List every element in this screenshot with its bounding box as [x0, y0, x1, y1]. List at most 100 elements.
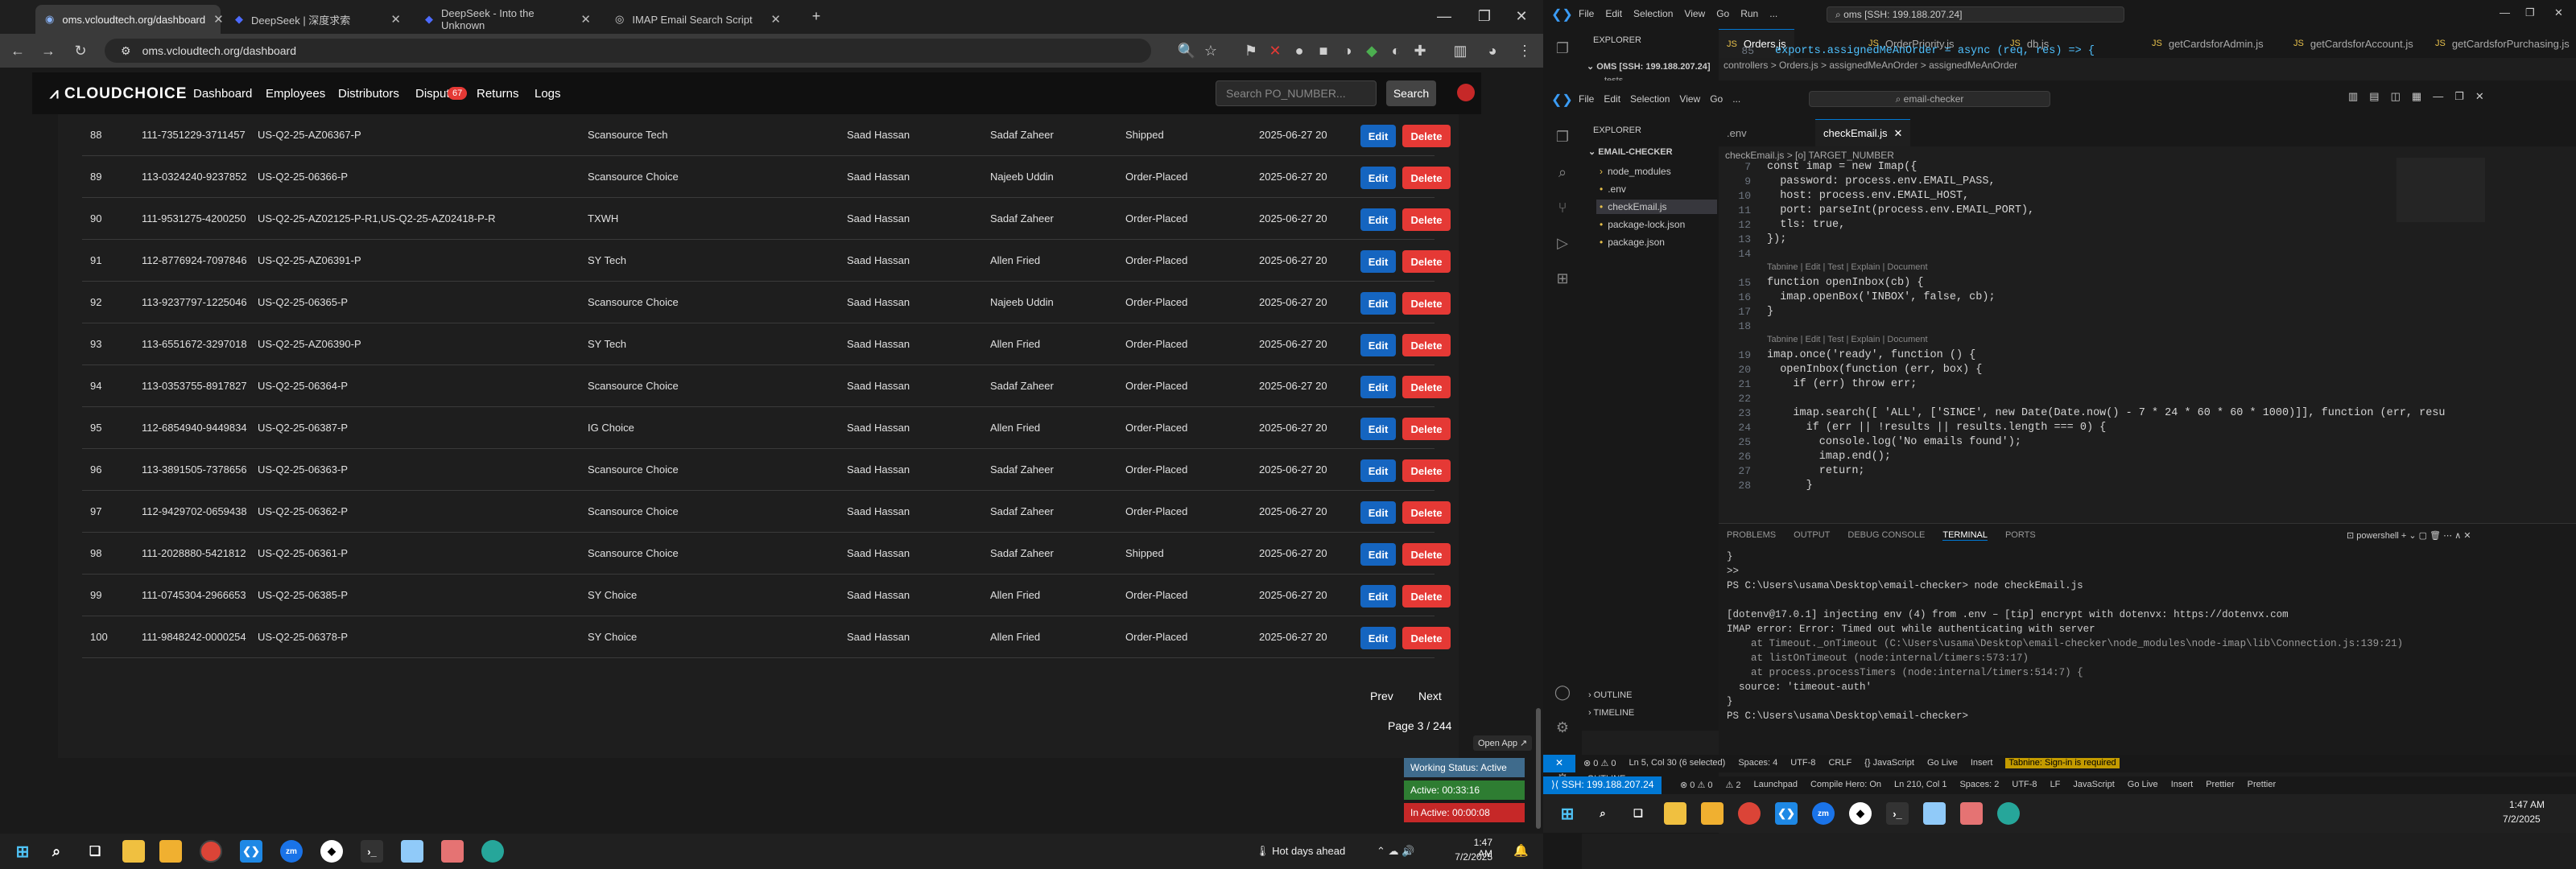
extensions-puzzle-icon[interactable]: ✚: [1409, 39, 1431, 62]
timeline-section[interactable]: › TIMELINE: [1588, 708, 1634, 718]
site-info-icon[interactable]: ⚙: [121, 44, 131, 58]
status-item[interactable]: JavaScript: [2073, 780, 2114, 790]
windows-start-icon[interactable]: ⊞: [1556, 802, 1579, 825]
status-item[interactable]: Go Live: [1927, 758, 1958, 768]
weather-widget[interactable]: 🌡 Hot days ahead: [1256, 845, 1345, 858]
vscode-icon[interactable]: ❮❯: [1775, 802, 1798, 825]
task-view-icon[interactable]: ❏: [1627, 802, 1649, 825]
browser-tab-deepseek[interactable]: ◆ DeepSeek - Into the Unknown ✕: [415, 5, 601, 34]
app-icon[interactable]: [1960, 802, 1983, 825]
file-item[interactable]: › node_modules: [1596, 164, 1717, 179]
reload-icon[interactable]: ↻: [69, 39, 92, 62]
delete-button[interactable]: Delete: [1402, 208, 1451, 231]
menu-item[interactable]: Edit: [1604, 93, 1620, 105]
settings-gear-icon[interactable]: ⚙: [1553, 718, 1572, 737]
nav-returns[interactable]: Returns: [477, 87, 519, 101]
windows-start-icon[interactable]: ⊞: [11, 840, 34, 863]
profile-icon[interactable]: ◕: [1481, 39, 1504, 62]
layout-controls[interactable]: ▥ ▤ ◫ ▦ — ❐ ✕: [2348, 90, 2484, 103]
menu-item[interactable]: File: [1579, 8, 1594, 19]
menu-item[interactable]: Run: [1740, 8, 1758, 19]
search-icon[interactable]: ⌕: [1553, 163, 1572, 182]
nav-employees[interactable]: Employees: [266, 87, 325, 101]
codelens[interactable]: Tabnine | Edit | Test | Explain | Docume…: [1767, 262, 1928, 272]
next-button[interactable]: Next: [1418, 690, 1442, 702]
menu-item[interactable]: Go: [1710, 93, 1723, 105]
shell-selector[interactable]: ⊡ powershell + ⌄ ▢ 🗑 ⋯ ∧ ✕: [2347, 530, 2471, 541]
delete-button[interactable]: Delete: [1402, 250, 1451, 273]
edit-button[interactable]: Edit: [1360, 208, 1396, 231]
edit-button[interactable]: Edit: [1360, 418, 1396, 440]
search-icon[interactable]: ⌕: [1591, 802, 1614, 825]
delete-button[interactable]: Delete: [1402, 418, 1451, 440]
app-icon[interactable]: [481, 840, 504, 863]
close-icon[interactable]: ✕: [213, 12, 224, 27]
search-button[interactable]: Search: [1386, 80, 1436, 106]
menu-item[interactable]: ...: [1769, 8, 1777, 19]
vscode-icon[interactable]: ❮❯: [240, 840, 262, 863]
panel-tab[interactable]: DEBUG CONSOLE: [1847, 530, 1925, 541]
extensions-icon[interactable]: ⊞: [1553, 269, 1572, 288]
nav-logs[interactable]: Logs: [535, 87, 561, 101]
tray-icons[interactable]: ⌃ ☁ 🔊: [1377, 845, 1414, 858]
extension-icon[interactable]: ◑: [1336, 39, 1359, 62]
edit-button[interactable]: Edit: [1360, 167, 1396, 189]
file-explorer-icon[interactable]: [122, 840, 145, 863]
status-item[interactable]: Insert: [2171, 780, 2194, 790]
po-search-input[interactable]: Search PO_NUMBER...: [1216, 80, 1377, 106]
file-item[interactable]: • package.json: [1596, 235, 1717, 249]
status-item[interactable]: Spaces: 2: [1959, 780, 1999, 790]
forward-icon[interactable]: →: [37, 39, 60, 62]
app-icon[interactable]: [1701, 802, 1724, 825]
close-window-icon[interactable]: ✕: [1510, 5, 1533, 27]
status-item[interactable]: UTF-8: [1790, 758, 1815, 768]
edit-button[interactable]: Edit: [1360, 585, 1396, 607]
run-debug-icon[interactable]: ▷: [1553, 233, 1572, 253]
clock-time[interactable]: 1:47 AM: [2509, 799, 2545, 810]
extension-icon[interactable]: ●: [1288, 39, 1311, 62]
app-icon[interactable]: [1997, 802, 2020, 825]
menu-item[interactable]: Go: [1716, 8, 1729, 19]
menu-item[interactable]: Selection: [1633, 8, 1673, 19]
app-icon[interactable]: [441, 840, 464, 863]
file-explorer-icon[interactable]: [1664, 802, 1686, 825]
editor-tab[interactable]: checkEmail.js ✕: [1815, 119, 1911, 146]
app-icon[interactable]: [159, 840, 182, 863]
app-icon[interactable]: [401, 840, 423, 863]
status-item[interactable]: {} JavaScript: [1864, 758, 1914, 768]
status-item[interactable]: Insert: [1971, 758, 1993, 768]
explorer-root[interactable]: ⌄ OMS [SSH: 199.188.207.24]: [1587, 61, 1711, 72]
app-icon[interactable]: [1923, 802, 1946, 825]
close-icon[interactable]: ✕: [1893, 127, 1902, 140]
extension-icon[interactable]: ◆: [1360, 39, 1383, 62]
delete-button[interactable]: Delete: [1402, 292, 1451, 315]
source-control-icon[interactable]: ⑂: [1553, 198, 1572, 217]
clock-date[interactable]: 7/2/2025: [1452, 851, 1492, 863]
app-icon[interactable]: ◆: [320, 840, 343, 863]
inner-command-search[interactable]: ⌕ email-checker: [1809, 91, 2050, 107]
notification-icon[interactable]: 🔔: [1513, 843, 1529, 858]
page-scrollbar[interactable]: [1536, 708, 1541, 829]
panel-tab[interactable]: PORTS: [2005, 530, 2036, 541]
browser-tab-imap[interactable]: ◎ IMAP Email Search Script ✕: [605, 5, 791, 34]
zoom-app-icon[interactable]: zm: [280, 840, 303, 863]
explorer-icon[interactable]: ❐: [1553, 39, 1572, 58]
nav-distributors[interactable]: Distributors: [338, 87, 399, 101]
status-item[interactable]: Ln 210, Col 1: [1894, 780, 1946, 790]
delete-button[interactable]: Delete: [1402, 585, 1451, 607]
browser-tab-dashboard[interactable]: ◉ oms.vcloudtech.org/dashboard ✕: [35, 5, 224, 34]
menu-item[interactable]: ...: [1732, 93, 1740, 105]
close-icon[interactable]: ✕: [390, 12, 401, 27]
zoom-app-icon[interactable]: zm: [1812, 802, 1835, 825]
back-icon[interactable]: ←: [6, 39, 29, 62]
new-tab-icon[interactable]: +: [805, 5, 828, 27]
delete-button[interactable]: Delete: [1402, 167, 1451, 189]
edit-button[interactable]: Edit: [1360, 334, 1396, 356]
inner-breadcrumb[interactable]: checkEmail.js > [o] TARGET_NUMBER: [1725, 150, 1894, 161]
extension-icon[interactable]: ⚑: [1240, 39, 1262, 62]
edit-button[interactable]: Edit: [1360, 459, 1396, 482]
edit-button[interactable]: Edit: [1360, 627, 1396, 649]
status-item[interactable]: Go Live: [2128, 780, 2158, 790]
edit-button[interactable]: Edit: [1360, 250, 1396, 273]
extension-icon[interactable]: ◐: [1385, 39, 1407, 62]
